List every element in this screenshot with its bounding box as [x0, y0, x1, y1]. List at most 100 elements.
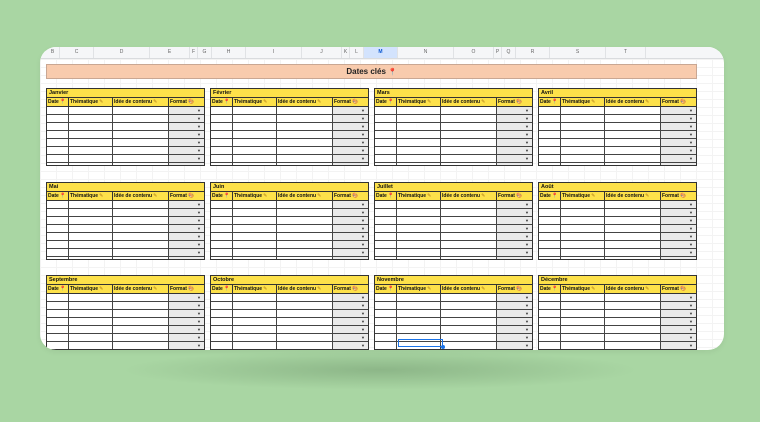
format-dropdown[interactable]: ▼: [169, 131, 204, 138]
thematique-cell[interactable]: [397, 201, 441, 208]
chevron-down-icon[interactable]: ▼: [197, 302, 201, 309]
idee-cell[interactable]: [441, 225, 497, 232]
month-label[interactable]: Juillet: [375, 183, 532, 192]
chevron-down-icon[interactable]: ▼: [525, 249, 529, 256]
date-cell[interactable]: [47, 318, 69, 325]
thematique-cell[interactable]: [561, 233, 605, 240]
format-dropdown[interactable]: ▼: [497, 131, 532, 138]
chevron-down-icon[interactable]: ▼: [361, 155, 365, 162]
chevron-down-icon[interactable]: ▼: [197, 107, 201, 114]
idee-cell[interactable]: [441, 257, 497, 259]
chevron-down-icon[interactable]: ▼: [197, 257, 201, 259]
idee-cell[interactable]: [441, 334, 497, 341]
date-cell[interactable]: [47, 139, 69, 146]
format-dropdown[interactable]: ▼: [333, 115, 368, 122]
idee-cell[interactable]: [605, 163, 661, 165]
thematique-cell[interactable]: [69, 115, 113, 122]
format-dropdown[interactable]: ▼: [661, 217, 696, 224]
format-dropdown[interactable]: ▼: [333, 147, 368, 154]
idee-cell[interactable]: [605, 107, 661, 114]
format-dropdown[interactable]: ▼: [497, 342, 532, 349]
column-letter-h[interactable]: H: [212, 47, 246, 58]
thematique-cell[interactable]: [69, 310, 113, 317]
idee-cell[interactable]: [605, 115, 661, 122]
thematique-cell[interactable]: [561, 163, 605, 165]
chevron-down-icon[interactable]: ▼: [361, 310, 365, 317]
thematique-cell[interactable]: [69, 147, 113, 154]
format-dropdown[interactable]: ▼: [661, 225, 696, 232]
date-cell[interactable]: [47, 342, 69, 349]
format-dropdown[interactable]: ▼: [333, 155, 368, 162]
chevron-down-icon[interactable]: ▼: [525, 334, 529, 341]
chevron-down-icon[interactable]: ▼: [525, 201, 529, 208]
chevron-down-icon[interactable]: ▼: [525, 310, 529, 317]
idee-cell[interactable]: [605, 342, 661, 349]
date-cell[interactable]: [211, 107, 233, 114]
thematique-cell[interactable]: [69, 294, 113, 301]
idee-cell[interactable]: [605, 257, 661, 259]
idee-cell[interactable]: [441, 107, 497, 114]
thematique-cell[interactable]: [69, 217, 113, 224]
format-dropdown[interactable]: ▼: [169, 302, 204, 309]
chevron-down-icon[interactable]: ▼: [689, 115, 693, 122]
format-dropdown[interactable]: ▼: [497, 225, 532, 232]
idee-cell[interactable]: [113, 147, 169, 154]
chevron-down-icon[interactable]: ▼: [361, 241, 365, 248]
thematique-cell[interactable]: [397, 225, 441, 232]
thematique-cell[interactable]: [561, 155, 605, 162]
format-dropdown[interactable]: ▼: [661, 209, 696, 216]
header-date[interactable]: Date📍: [375, 192, 397, 200]
date-cell[interactable]: [375, 302, 397, 309]
header-format[interactable]: Format🎨: [169, 192, 204, 200]
idee-cell[interactable]: [113, 241, 169, 248]
chevron-down-icon[interactable]: ▼: [361, 342, 365, 349]
date-cell[interactable]: [375, 163, 397, 165]
thematique-cell[interactable]: [233, 241, 277, 248]
date-cell[interactable]: [539, 163, 561, 165]
format-dropdown[interactable]: ▼: [333, 217, 368, 224]
format-dropdown[interactable]: ▼: [169, 139, 204, 146]
chevron-down-icon[interactable]: ▼: [361, 217, 365, 224]
chevron-down-icon[interactable]: ▼: [361, 233, 365, 240]
idee-cell[interactable]: [113, 115, 169, 122]
thematique-cell[interactable]: [69, 163, 113, 165]
thematique-cell[interactable]: [233, 334, 277, 341]
idee-cell[interactable]: [277, 209, 333, 216]
format-dropdown[interactable]: ▼: [497, 294, 532, 301]
format-dropdown[interactable]: ▼: [333, 249, 368, 256]
idee-cell[interactable]: [441, 147, 497, 154]
thematique-cell[interactable]: [233, 302, 277, 309]
column-letter-d[interactable]: D: [94, 47, 150, 58]
thematique-cell[interactable]: [397, 123, 441, 130]
idee-cell[interactable]: [441, 310, 497, 317]
format-dropdown[interactable]: ▼: [497, 107, 532, 114]
idee-cell[interactable]: [441, 163, 497, 165]
idee-cell[interactable]: [277, 217, 333, 224]
format-dropdown[interactable]: ▼: [497, 310, 532, 317]
thematique-cell[interactable]: [561, 123, 605, 130]
date-cell[interactable]: [47, 209, 69, 216]
header-idee-de-contenu[interactable]: Idée de contenu✎: [113, 192, 169, 200]
idee-cell[interactable]: [605, 201, 661, 208]
date-cell[interactable]: [211, 201, 233, 208]
date-cell[interactable]: [539, 257, 561, 259]
thematique-cell[interactable]: [69, 233, 113, 240]
format-dropdown[interactable]: ▼: [333, 131, 368, 138]
header-idee-de-contenu[interactable]: Idée de contenu✎: [441, 192, 497, 200]
thematique-cell[interactable]: [397, 209, 441, 216]
header-thematique[interactable]: Thématique✎: [561, 285, 605, 293]
idee-cell[interactable]: [113, 123, 169, 130]
format-dropdown[interactable]: ▼: [661, 131, 696, 138]
thematique-cell[interactable]: [561, 334, 605, 341]
thematique-cell[interactable]: [233, 233, 277, 240]
column-letter-q[interactable]: Q: [502, 47, 516, 58]
date-cell[interactable]: [375, 217, 397, 224]
date-cell[interactable]: [47, 334, 69, 341]
date-cell[interactable]: [47, 201, 69, 208]
header-idee-de-contenu[interactable]: Idée de contenu✎: [277, 98, 333, 106]
header-date[interactable]: Date📍: [539, 98, 561, 106]
date-cell[interactable]: [375, 241, 397, 248]
idee-cell[interactable]: [441, 249, 497, 256]
format-dropdown[interactable]: ▼: [661, 147, 696, 154]
date-cell[interactable]: [211, 302, 233, 309]
